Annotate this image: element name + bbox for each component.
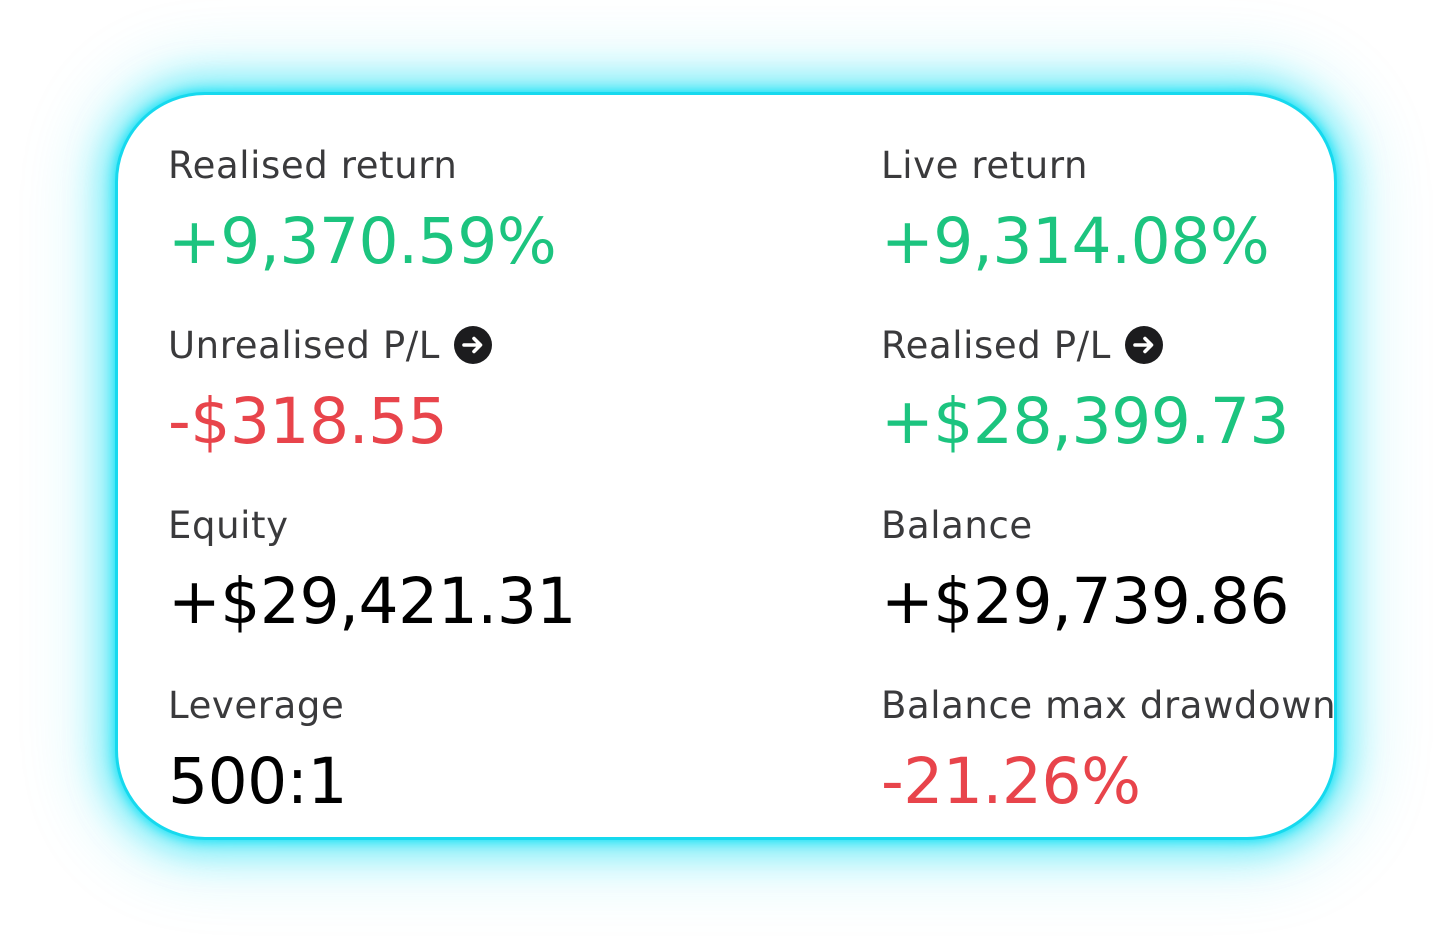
metric-value: 500:1 xyxy=(168,745,348,818)
metric-label: Realised P/L xyxy=(881,324,1111,367)
arrow-right-circle-icon[interactable] xyxy=(454,325,493,364)
metric-value: +$29,739.86 xyxy=(881,565,1290,638)
metric-value: +$29,421.31 xyxy=(168,565,577,638)
metric-value: +$28,399.73 xyxy=(881,385,1290,458)
metric-value: +9,370.59% xyxy=(168,205,557,278)
metric-label-row: Unrealised P/L xyxy=(168,324,493,368)
metric-label-row: Realised P/L xyxy=(881,324,1163,368)
metric-label: Balance xyxy=(881,504,1033,547)
metric-label: Live return xyxy=(881,144,1089,187)
metric-value: +9,314.08% xyxy=(881,205,1270,278)
stats-stage: Realised return +9,370.59% Live return +… xyxy=(0,0,1447,943)
metric-value: -21.26% xyxy=(881,745,1141,818)
metric-label: Realised return xyxy=(168,144,458,187)
metric-label: Balance max drawdown xyxy=(881,684,1337,727)
metric-label: Unrealised P/L xyxy=(168,324,441,367)
arrow-right-circle-icon[interactable] xyxy=(1124,325,1163,364)
metric-label: Equity xyxy=(168,504,289,547)
metric-label: Leverage xyxy=(168,684,345,727)
metric-value: -$318.55 xyxy=(168,385,448,458)
